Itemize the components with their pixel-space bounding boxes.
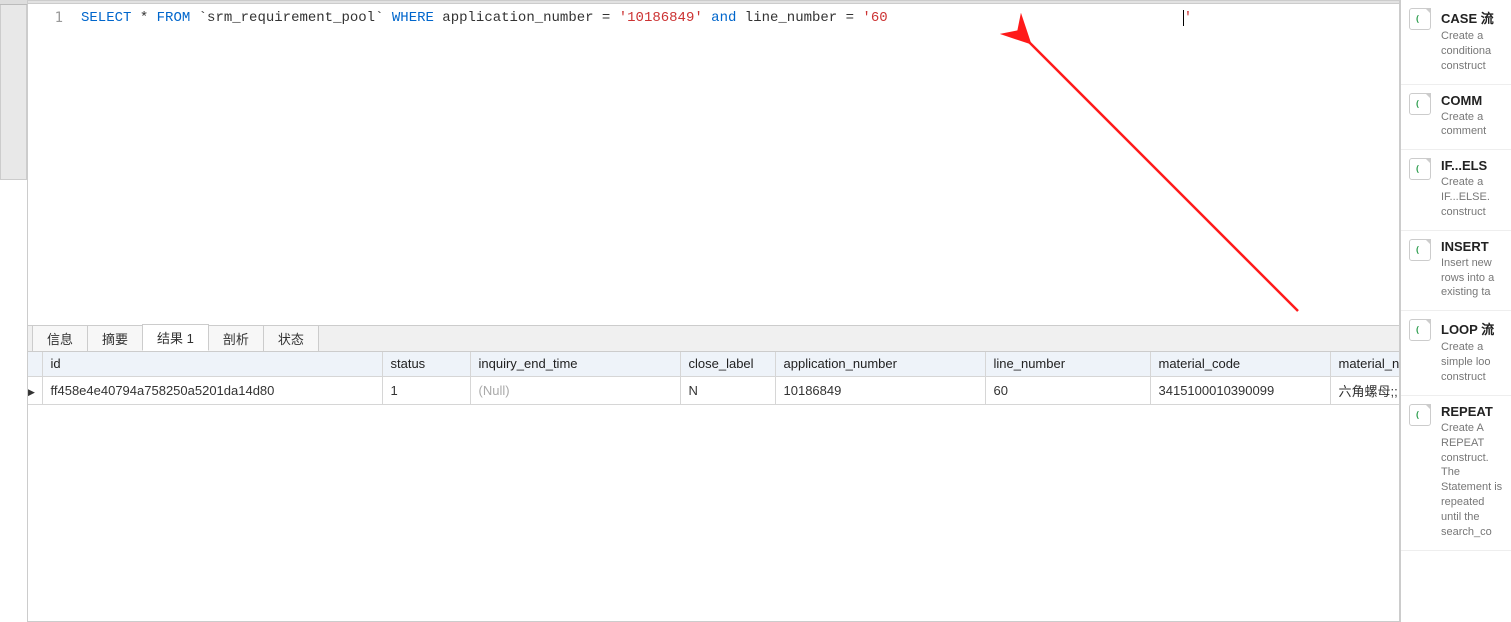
col-inquiry_end_time[interactable]: inquiry_end_time xyxy=(470,352,680,376)
snippet-desc: Insert new rows into a existing ta xyxy=(1441,256,1505,301)
snippet-item[interactable]: ( ) COMM Create a comment xyxy=(1401,85,1511,151)
snippet-title: IF...ELS xyxy=(1441,158,1505,173)
line-number: 1 xyxy=(55,10,63,26)
cell-id[interactable]: ff458e4e40794a758250a5201da14d80 xyxy=(42,376,382,404)
snippet-title: COMM xyxy=(1441,93,1505,108)
col-line_number[interactable]: line_number xyxy=(985,352,1150,376)
snippet-item[interactable]: ( ) CASE 流 Create a conditiona construct xyxy=(1401,0,1511,85)
snippet-icon: ( ) xyxy=(1409,93,1431,115)
snippet-icon: ( ) xyxy=(1409,404,1431,426)
snippet-icon: ( ) xyxy=(1409,319,1431,341)
snippet-title: REPEAT xyxy=(1441,404,1505,419)
code-text[interactable]: SELECT * FROM `srm_requirement_pool` WHE… xyxy=(73,4,1399,325)
col-material_code[interactable]: material_code xyxy=(1150,352,1330,376)
tab-profile[interactable]: 剖析 xyxy=(208,325,264,351)
svg-text:( ): ( ) xyxy=(1415,100,1426,110)
snippet-item[interactable]: ( ) LOOP 流 Create a simple loo construct xyxy=(1401,311,1511,396)
snippet-title: LOOP 流 xyxy=(1441,319,1505,338)
col-application_number[interactable]: application_number xyxy=(775,352,985,376)
svg-text:( ): ( ) xyxy=(1415,15,1426,25)
tab-info[interactable]: 信息 xyxy=(32,325,88,351)
row-marker-icon: ▶ xyxy=(28,387,35,397)
tab-status[interactable]: 状态 xyxy=(263,325,319,351)
col-id[interactable]: id xyxy=(42,352,382,376)
snippet-item[interactable]: ( ) INSERT Insert new rows into a existing… xyxy=(1401,231,1511,312)
snippet-desc: Create A REPEAT construct. The Statement… xyxy=(1441,421,1505,540)
cell-material_code[interactable]: 3415100010390099 xyxy=(1150,376,1330,404)
tab-summary[interactable]: 摘要 xyxy=(87,325,143,351)
row-marker-header xyxy=(28,352,42,376)
cell-inquiry_end_time[interactable]: (Null) xyxy=(470,376,680,404)
cell-close_label[interactable]: N xyxy=(680,376,775,404)
snippets-panel: ( )CASE 流Create a conditiona construct( … xyxy=(1400,0,1511,622)
cell-material_n[interactable]: 六角螺母;; xyxy=(1330,376,1399,404)
svg-text:( ): ( ) xyxy=(1415,165,1426,175)
col-close_label[interactable]: close_label xyxy=(680,352,775,376)
cell-status[interactable]: 1 xyxy=(382,376,470,404)
snippet-icon: ( ) xyxy=(1409,158,1431,180)
cell-line_number[interactable]: 60 xyxy=(985,376,1150,404)
snippet-desc: Create a conditiona construct xyxy=(1441,29,1505,74)
tab-result1[interactable]: 结果 1 xyxy=(142,324,209,351)
snippet-title: INSERT xyxy=(1441,239,1505,254)
snippet-item[interactable]: ( ) IF...ELS Create a IF...ELSE. construct xyxy=(1401,150,1511,231)
result-grid[interactable]: idstatusinquiry_end_timeclose_labelappli… xyxy=(27,352,1400,622)
result-tabs: 信息摘要结果 1剖析状态 xyxy=(27,326,1400,352)
col-material_n[interactable]: material_n xyxy=(1330,352,1399,376)
col-status[interactable]: status xyxy=(382,352,470,376)
svg-text:( ): ( ) xyxy=(1415,246,1426,256)
table-row[interactable]: ▶ ff458e4e40794a758250a5201da14d801(Null)… xyxy=(28,376,1399,404)
line-number-gutter: 1 xyxy=(28,4,73,325)
snippet-desc: Create a comment xyxy=(1441,110,1505,140)
snippet-icon: ( ) xyxy=(1409,8,1431,30)
snippet-icon: ( ) xyxy=(1409,239,1431,261)
svg-text:( ): ( ) xyxy=(1415,326,1426,336)
cell-application_number[interactable]: 10186849 xyxy=(775,376,985,404)
svg-text:( ): ( ) xyxy=(1415,411,1426,421)
snippet-item[interactable]: ( ) REPEAT Create A REPEAT construct. The … xyxy=(1401,396,1511,551)
snippet-title: CASE 流 xyxy=(1441,8,1505,27)
left-gutter xyxy=(0,0,27,622)
snippet-desc: Create a simple loo construct xyxy=(1441,340,1505,385)
snippet-desc: Create a IF...ELSE. construct xyxy=(1441,175,1505,220)
sql-editor[interactable]: 1 SELECT * FROM `srm_requirement_pool` W… xyxy=(27,0,1400,326)
